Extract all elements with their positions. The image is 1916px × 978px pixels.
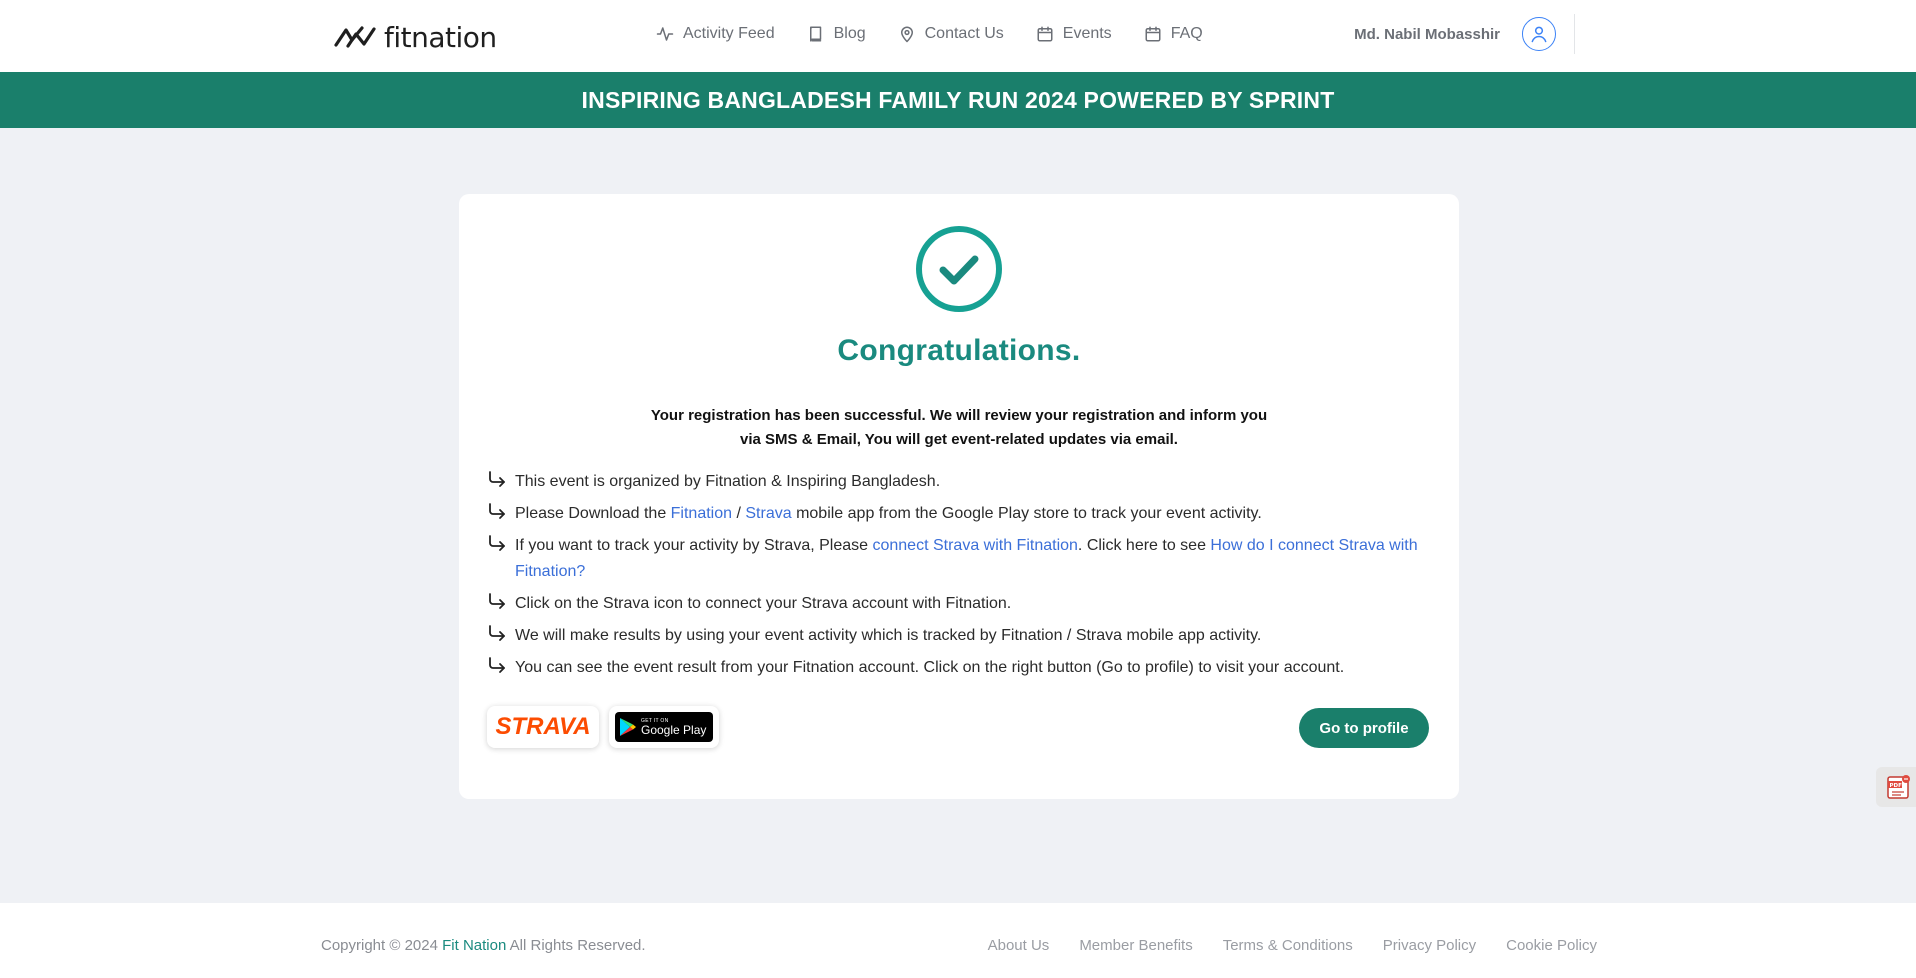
go-to-profile-button[interactable]: Go to profile (1299, 708, 1429, 748)
congratulations-heading: Congratulations. (837, 334, 1081, 367)
list-item: This event is organized by Fitnation & I… (487, 469, 1437, 495)
nav-events[interactable]: Events (1036, 25, 1112, 43)
check-circle-icon (916, 226, 1002, 312)
calendar-icon (1037, 26, 1053, 42)
footer-link-member-benefits[interactable]: Member Benefits (1079, 937, 1192, 954)
google-play-badge: GET IT ON Google Play (615, 712, 713, 742)
confirmation-card: Congratulations. Your registration has b… (459, 194, 1459, 799)
user-menu[interactable]: Md. Nabil Mobasshir (1354, 0, 1556, 68)
success-message-line1: Your registration has been successful. W… (650, 407, 1268, 424)
header-divider (1574, 14, 1575, 54)
nav-events-label: Events (1062, 25, 1112, 42)
google-play-texts: GET IT ON Google Play (641, 718, 707, 737)
nav-contact-us[interactable]: Contact Us (898, 25, 1004, 43)
map-pin-icon (900, 26, 913, 43)
arrow-turn-icon (489, 657, 505, 673)
list-item-text: This event is organized by Fitnation & I… (515, 469, 940, 495)
strava-connect-button[interactable]: STRAVA (487, 706, 599, 748)
calendar-icon (1145, 26, 1161, 42)
copyright-prefix: Copyright © 2024 (321, 937, 443, 954)
site-header: fitnation Activity Feed Blog Contact Us … (0, 0, 1916, 72)
footer-links: About Us Member Benefits Terms & Conditi… (988, 937, 1597, 954)
logo-text: fitnation (384, 20, 497, 54)
footer-link-terms[interactable]: Terms & Conditions (1223, 937, 1353, 954)
nav-faq-label: FAQ (1170, 25, 1203, 42)
list-item: We will make results by using your event… (487, 623, 1437, 649)
book-icon (809, 26, 821, 42)
item-text: You can see the event result from your F… (515, 659, 1345, 676)
event-title: INSPIRING BANGLADESH FAMILY RUN 2024 POW… (581, 86, 1335, 113)
list-item: If you want to track your activity by St… (487, 533, 1437, 585)
item-text: . Click here to see (1077, 537, 1211, 554)
app-badges: STRAVA GET IT ON Google Play (487, 706, 719, 748)
connect-strava-link[interactable]: connect Strava with Fitnation (872, 537, 1077, 554)
nav-activity-feed-label: Activity Feed (683, 25, 775, 42)
copyright-brand-link[interactable]: Fit Nation (442, 937, 506, 954)
activity-icon (656, 27, 674, 41)
main-nav: Activity Feed Blog Contact Us Events FAQ (656, 0, 1203, 68)
google-play-button[interactable]: GET IT ON Google Play (609, 706, 719, 748)
list-item: You can see the event result from your F… (487, 655, 1437, 681)
item-text: / (732, 505, 746, 522)
list-item-text: Click on the Strava icon to connect your… (515, 591, 1011, 617)
item-text: We will make results by using your event… (515, 627, 1262, 644)
fitnation-app-link[interactable]: Fitnation (671, 505, 732, 522)
avatar[interactable] (1522, 17, 1556, 51)
google-play-icon (620, 718, 636, 736)
footer-link-privacy[interactable]: Privacy Policy (1383, 937, 1476, 954)
svg-text:PDF: PDF (1890, 783, 1903, 789)
success-message-line2: via SMS & Email, You will get event-rela… (740, 431, 1178, 448)
user-icon (1531, 26, 1547, 43)
copyright-suffix: All Rights Reserved. (506, 937, 646, 954)
arrow-turn-icon (489, 535, 505, 551)
info-list: This event is organized by Fitnation & I… (487, 469, 1437, 687)
strava-logo: STRAVA (495, 713, 591, 740)
arrow-turn-icon (489, 471, 505, 487)
user-name: Md. Nabil Mobasshir (1354, 25, 1500, 43)
list-item: Please Download the Fitnation / Strava m… (487, 501, 1437, 527)
nav-faq[interactable]: FAQ (1144, 25, 1203, 43)
google-play-big-text: Google Play (641, 722, 707, 737)
fitnation-logo-mark (334, 26, 376, 48)
nav-blog-label: Blog (833, 25, 866, 42)
item-text: mobile app from the Google Play store to… (791, 505, 1262, 522)
item-text: If you want to track your activity by St… (515, 537, 873, 554)
event-banner: INSPIRING BANGLADESH FAMILY RUN 2024 POW… (0, 72, 1916, 128)
item-text: Click on the Strava icon to connect your… (515, 595, 1012, 612)
item-text: This event is organized by Fitnation & I… (515, 473, 941, 490)
list-item-text: You can see the event result from your F… (515, 655, 1344, 681)
arrow-turn-icon (489, 503, 505, 519)
nav-contact-us-label: Contact Us (924, 25, 1004, 42)
success-message: Your registration has been successful. W… (644, 404, 1274, 452)
pdf-widget[interactable]: PDF (1876, 767, 1916, 807)
nav-blog[interactable]: Blog (807, 25, 866, 43)
list-item: Click on the Strava icon to connect your… (487, 591, 1437, 617)
pdf-icon: PDF (1887, 775, 1910, 799)
site-footer: Copyright © 2024 Fit Nation All Rights R… (0, 903, 1916, 978)
footer-link-about-us[interactable]: About Us (988, 937, 1050, 954)
arrow-turn-icon (489, 625, 505, 641)
strava-app-link[interactable]: Strava (745, 505, 791, 522)
list-item-text: Please Download the Fitnation / Strava m… (515, 501, 1262, 527)
copyright: Copyright © 2024 Fit Nation All Rights R… (321, 937, 646, 954)
list-item-text: If you want to track your activity by St… (515, 533, 1437, 585)
item-text: Please Download the (515, 505, 671, 522)
fitnation-logo[interactable]: fitnation (334, 20, 497, 54)
arrow-turn-icon (489, 593, 505, 609)
footer-link-cookie[interactable]: Cookie Policy (1506, 937, 1597, 954)
list-item-text: We will make results by using your event… (515, 623, 1261, 649)
nav-activity-feed[interactable]: Activity Feed (656, 25, 775, 43)
